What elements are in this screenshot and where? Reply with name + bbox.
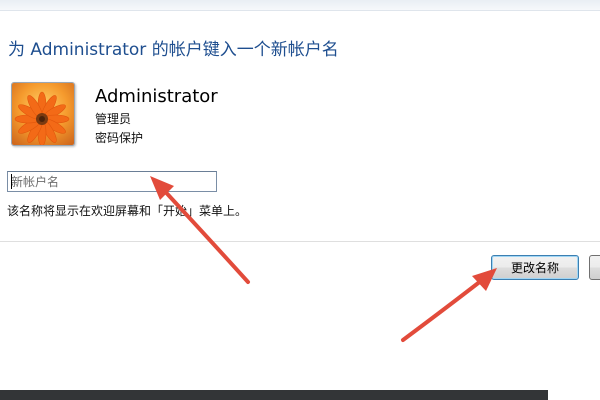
arrow-head-icon <box>472 268 497 291</box>
annotation-arrows <box>150 176 497 342</box>
